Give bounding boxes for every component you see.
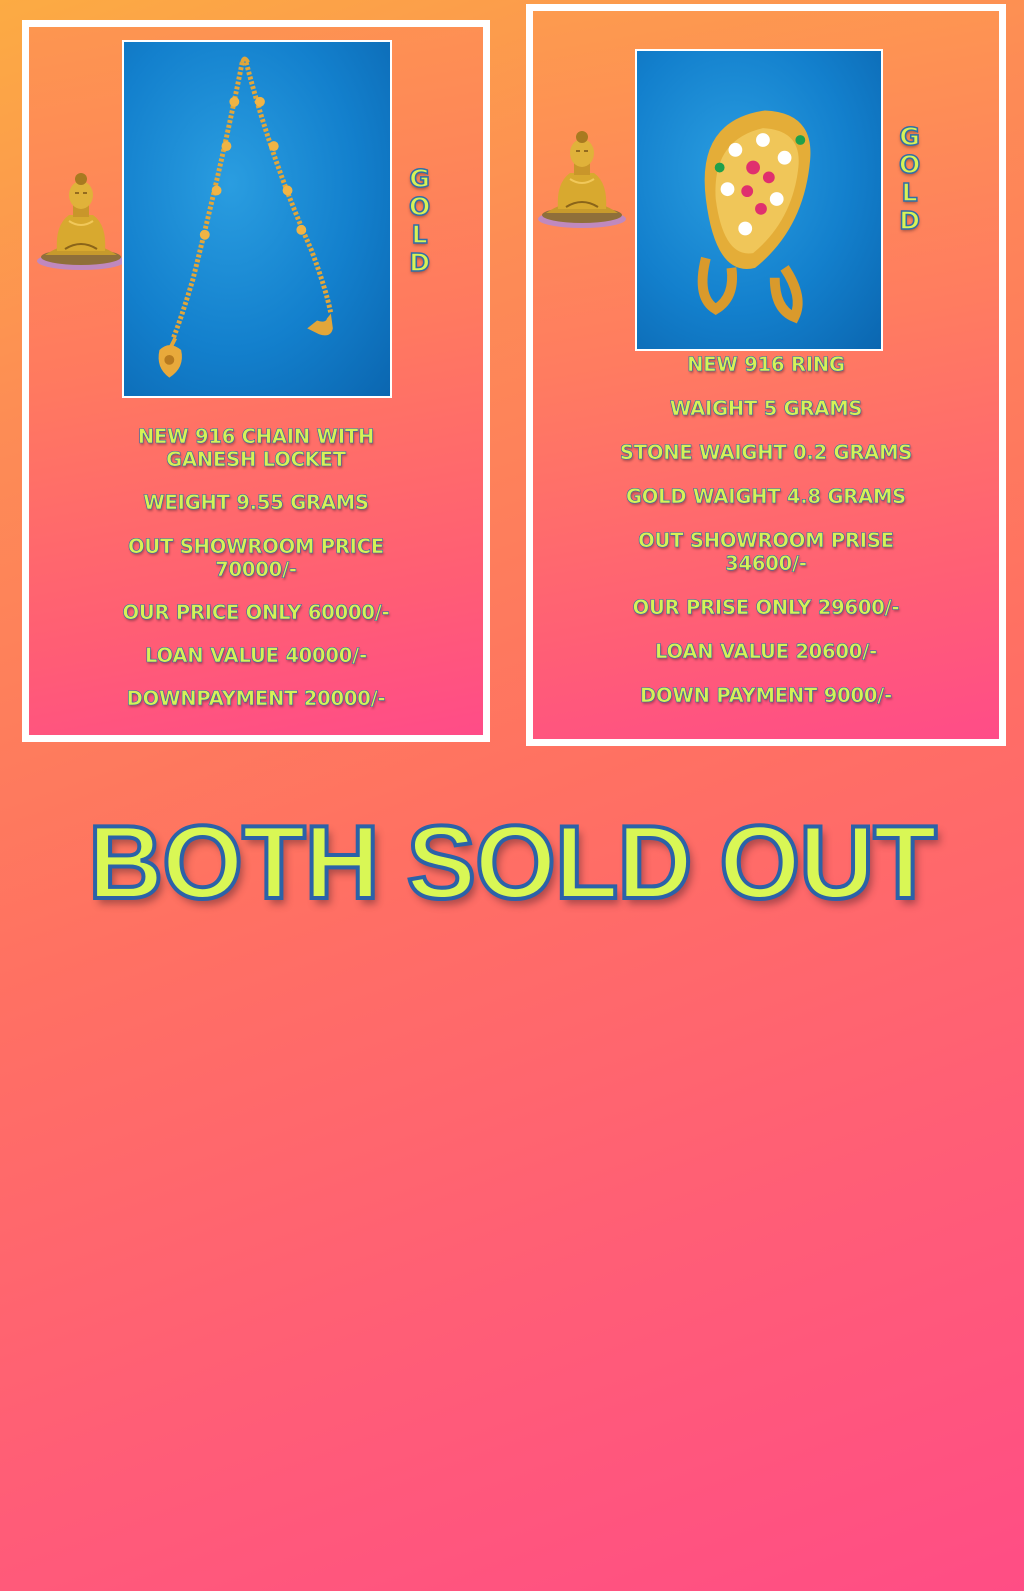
gold-letter: L (901, 178, 918, 208)
gold-letter: G (409, 164, 431, 194)
chain-downpayment: DOWNPAYMENT 20000/- (126, 687, 386, 711)
ring-title: NEW 916 RING (687, 353, 845, 377)
chain-title-line-2: GANESH LOCKET (166, 448, 346, 472)
ring-weight: WAIGHT 5 GRAMS (669, 397, 863, 421)
gold-ring-icon (697, 110, 811, 324)
gold-letter: O (408, 192, 431, 222)
chain-showroom-price-value: 70000/- (215, 558, 297, 582)
gold-letter: G (899, 122, 921, 152)
chain-weight: WEIGHT 9.55 GRAMS (143, 491, 369, 515)
gold-letter: L (411, 220, 428, 250)
ring-gold-weight: GOLD WAIGHT 4.8 GRAMS (625, 485, 907, 509)
gold-letter: O (898, 150, 921, 180)
gold-letter: D (899, 206, 921, 236)
ring-our-price: OUR PRISE ONLY 29600/- (632, 596, 900, 620)
sold-out-banner: BOTH SOLD OUT (86, 805, 939, 921)
buddha-statue-icon (536, 123, 628, 231)
ring-showroom-price-value: 34600/- (725, 552, 807, 576)
ring-loan-value: LOAN VALUE 20600/- (655, 640, 878, 664)
ring-stone-weight: STONE WAIGHT 0.2 GRAMS (619, 441, 913, 465)
chain-details: NEW 916 CHAIN WITH GANESH LOCKET WEIGHT … (29, 425, 483, 711)
chain-loan-value: LOAN VALUE 40000/- (145, 644, 368, 668)
ring-showroom-price-label: OUT SHOWROOM PRISE (638, 529, 894, 553)
gold-label-vertical: GOLD (898, 122, 921, 236)
gold-label-vertical: GOLD (408, 164, 431, 278)
ring-photo (635, 49, 883, 351)
chain-our-price: OUR PRICE ONLY 60000/- (122, 601, 390, 625)
ring-down-payment: DOWN PAYMENT 9000/- (639, 684, 893, 708)
chain-showroom-price-label: OUT SHOWROOM PRICE (128, 535, 385, 559)
chain-photo (122, 40, 392, 398)
product-card-chain: GOLD NEW 916 CHAIN WITH GANESH LOCKET WE… (22, 20, 490, 742)
gold-letter: D (409, 248, 431, 278)
chain-title-line-1: NEW 916 CHAIN WITH (137, 425, 375, 449)
buddha-statue-icon (35, 165, 127, 273)
product-card-ring: GOLD NEW 916 RING WAIGHT 5 GRAMS STONE W… (526, 4, 1006, 746)
ring-details: NEW 916 RING WAIGHT 5 GRAMS STONE WAIGHT… (533, 353, 999, 708)
gold-chain-icon (158, 56, 334, 378)
